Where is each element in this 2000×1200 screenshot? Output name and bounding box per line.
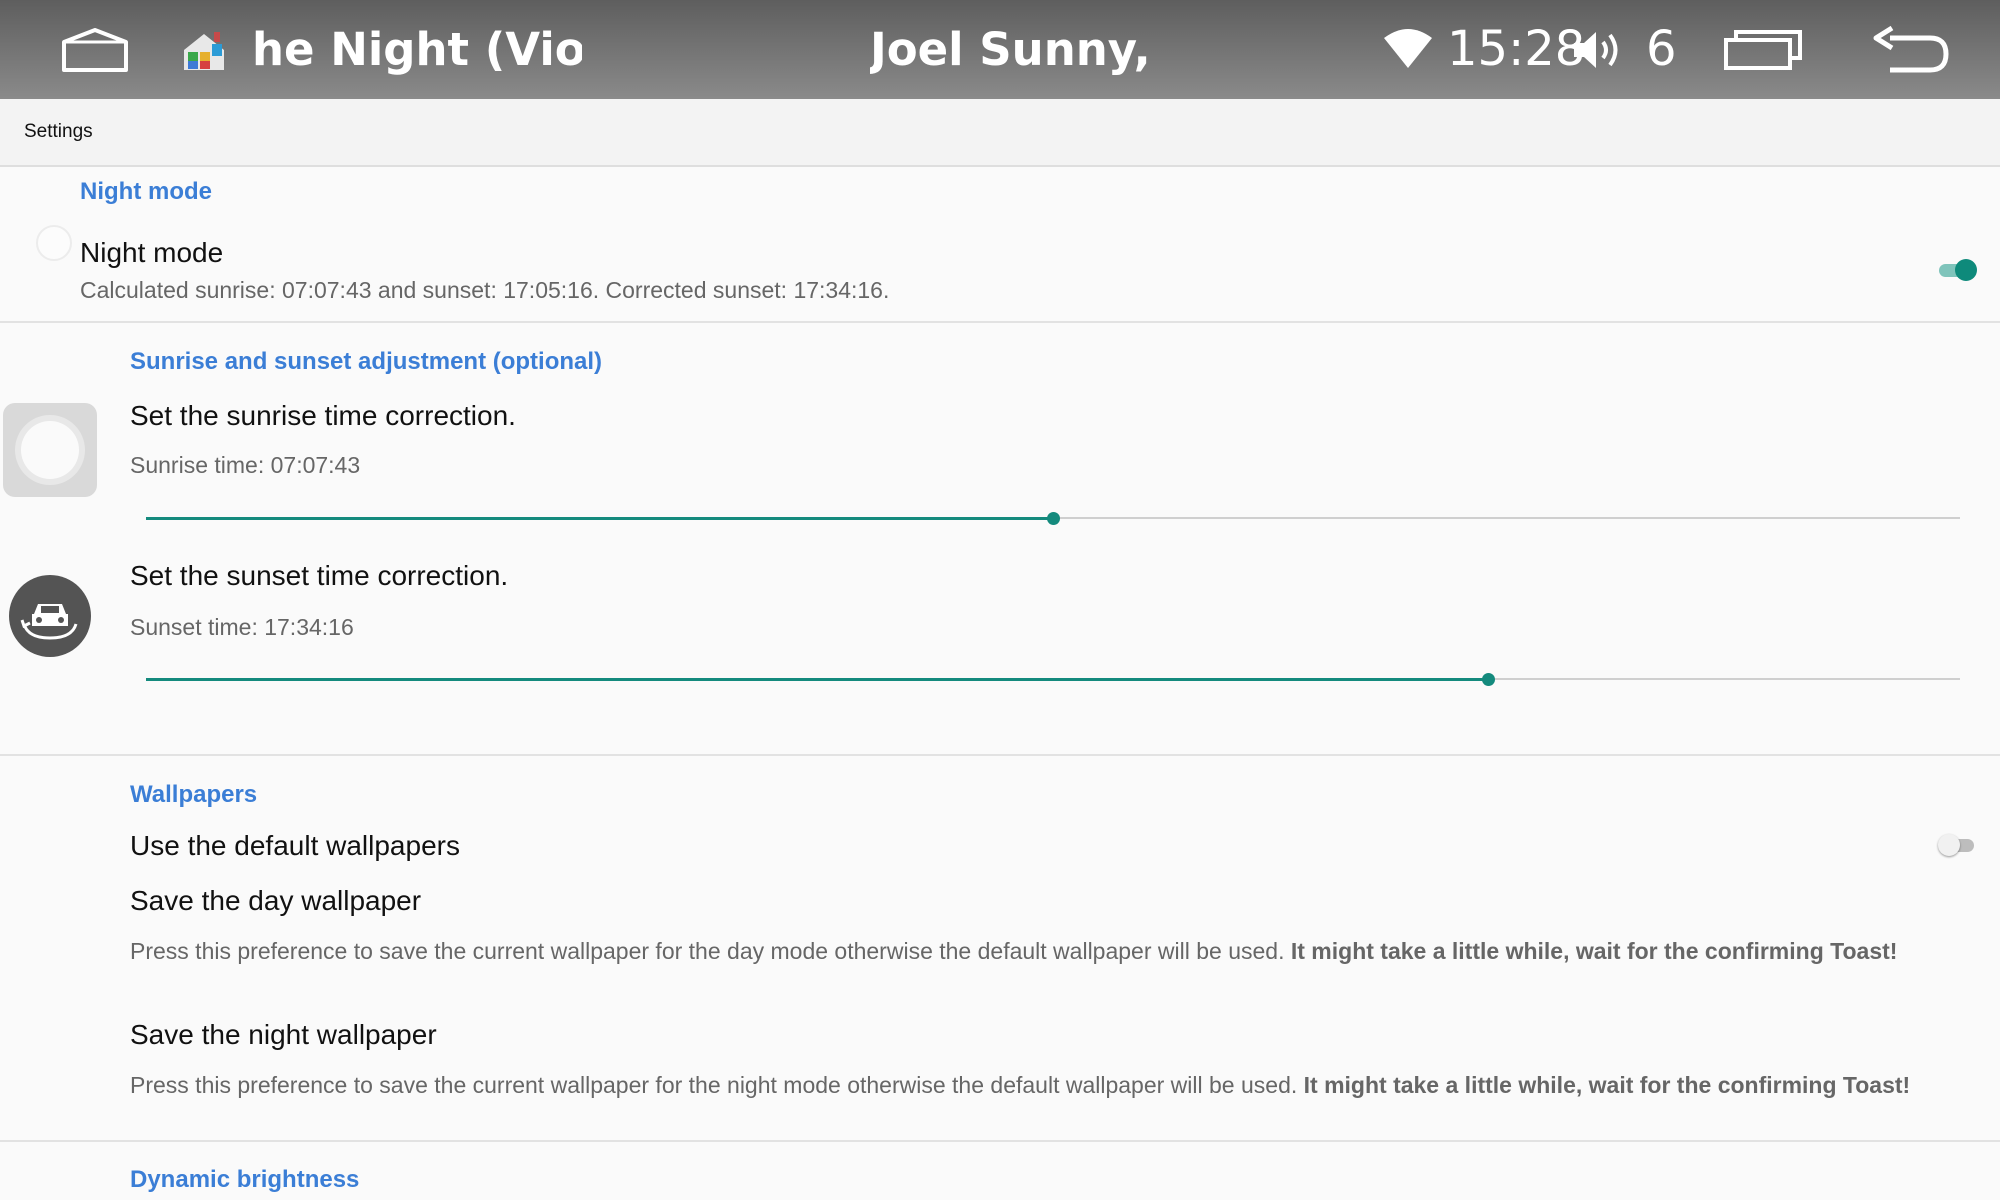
switch-thumb xyxy=(1955,259,1977,281)
category-sun-adjustment: Sunrise and sunset adjustment (optional) xyxy=(130,348,603,375)
sunset-summary: Sunset time: 17:34:16 xyxy=(130,614,354,640)
default-wallpapers-preference[interactable]: Use the default wallpapers xyxy=(0,820,2000,870)
wifi-icon xyxy=(1382,28,1434,75)
summary-bold-text: It might take a little while, wait for t… xyxy=(1290,938,1898,964)
save-day-wallpaper-preference[interactable]: Save the day wallpaper Press this prefer… xyxy=(0,875,2000,1000)
switch-thumb xyxy=(1938,834,1960,856)
media-title[interactable]: he Night (Violin) xyxy=(252,0,582,99)
section-divider xyxy=(0,1140,2000,1142)
summary-text: Press this preference to save the curren… xyxy=(130,1072,1298,1098)
section-divider xyxy=(0,754,2000,756)
category-night-mode: Night mode xyxy=(80,178,212,205)
night-mode-title: Night mode xyxy=(80,237,224,268)
default-wallpapers-title: Use the default wallpapers xyxy=(130,830,460,861)
sunset-title: Set the sunset time correction. xyxy=(130,560,509,591)
clock: 15:28 xyxy=(1447,21,1586,77)
media-artist[interactable]: Joel Sunny, Dra xyxy=(870,0,1155,99)
app-launcher-icon[interactable] xyxy=(180,30,228,77)
save-night-wallpaper-title: Save the night wallpaper xyxy=(130,1019,437,1050)
save-night-wallpaper-preference[interactable]: Save the night wallpaper Press this pref… xyxy=(0,1009,2000,1134)
slider-fill xyxy=(146,678,1488,681)
home-icon[interactable] xyxy=(58,26,132,81)
back-icon[interactable] xyxy=(1870,24,1954,81)
slider-thumb[interactable] xyxy=(1482,673,1495,686)
category-dynamic-brightness: Dynamic brightness xyxy=(130,1166,360,1193)
sunrise-title: Set the sunrise time correction. xyxy=(130,400,516,431)
slider-thumb[interactable] xyxy=(1047,512,1060,525)
volume-level: 6 xyxy=(1646,21,1677,77)
summary-text: Press this preference to save the curren… xyxy=(130,938,1285,964)
night-mode-summary: Calculated sunrise: 07:07:43 and sunset:… xyxy=(80,277,890,303)
save-day-wallpaper-title: Save the day wallpaper xyxy=(130,885,422,916)
slider-fill xyxy=(146,517,1053,520)
category-wallpapers: Wallpapers xyxy=(130,781,258,808)
default-wallpapers-switch[interactable] xyxy=(1938,834,1978,856)
car-settings-icon xyxy=(8,574,92,663)
night-mode-preference[interactable]: Night mode Calculated sunrise: 07:07:43 … xyxy=(0,215,2000,319)
night-mode-placeholder-icon xyxy=(36,225,72,261)
save-night-wallpaper-summary: Press this preference to save the curren… xyxy=(130,1071,1960,1100)
sunrise-icon xyxy=(3,403,97,497)
volume-icon[interactable] xyxy=(1570,28,1624,77)
sunrise-summary: Sunrise time: 07:07:43 xyxy=(130,452,361,478)
night-mode-switch[interactable] xyxy=(1937,259,1977,281)
save-day-wallpaper-summary: Press this preference to save the curren… xyxy=(130,937,1960,966)
sunset-slider[interactable] xyxy=(146,661,1960,697)
sunrise-slider[interactable] xyxy=(146,500,1960,536)
status-bar: he Night (Violin) Joel Sunny, Dra 15:28 … xyxy=(0,0,2000,99)
page-title: Settings xyxy=(24,121,93,142)
app-bar: Settings xyxy=(0,99,2000,167)
section-divider xyxy=(0,321,2000,323)
recent-apps-icon[interactable] xyxy=(1722,28,1804,77)
summary-bold-text: It might take a little while, wait for t… xyxy=(1303,1072,1911,1098)
